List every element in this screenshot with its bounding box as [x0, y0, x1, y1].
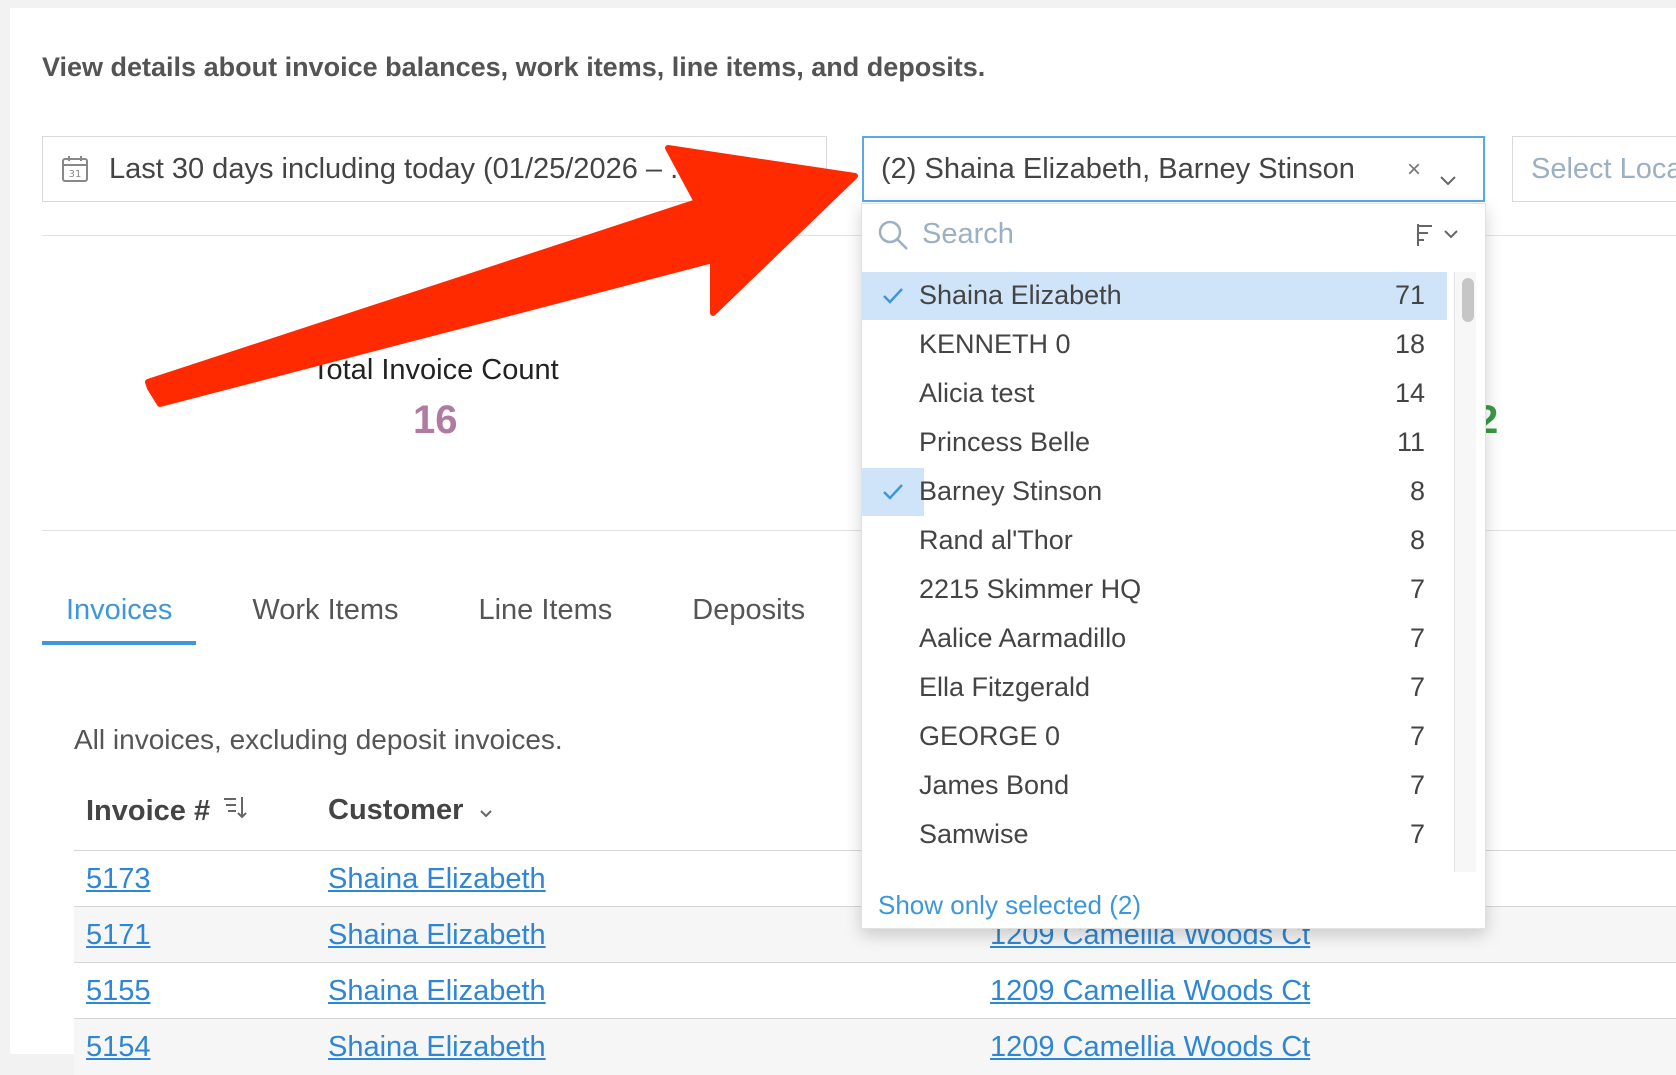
customer-link[interactable]: Shaina Elizabeth: [328, 1031, 546, 1064]
chevron-down-icon[interactable]: [1439, 162, 1457, 195]
user-option[interactable]: Princess Belle 11: [862, 419, 1447, 467]
date-range-value: Last 30 days including today (01/25/2026…: [109, 152, 695, 185]
user-option[interactable]: GEORGE 0 7: [862, 713, 1447, 761]
invoice-link[interactable]: 5155: [86, 975, 151, 1008]
invoice-link[interactable]: 5154: [86, 1031, 151, 1064]
customer-link[interactable]: Shaina Elizabeth: [328, 975, 546, 1008]
dropdown-search[interactable]: Search: [862, 204, 1485, 266]
users-filter[interactable]: (2) Shaina Elizabeth, Barney Stinson ×: [862, 136, 1485, 202]
chevron-down-icon[interactable]: [479, 794, 493, 827]
dropdown-options-list[interactable]: Shaina Elizabeth 71 KENNETH 0 18 Alicia …: [862, 272, 1447, 872]
total-invoice-count-value: 16: [413, 398, 458, 442]
date-range-filter[interactable]: 31 Last 30 days including today (01/25/2…: [42, 136, 827, 202]
user-option[interactable]: Samwise 7: [862, 811, 1447, 859]
tab-bar: Invoices Work Items Line Items Deposits: [42, 594, 829, 645]
user-option[interactable]: Rand al'Thor 8: [862, 517, 1447, 565]
table-row: 5154 Shaina Elizabeth 1209 Camellia Wood…: [74, 1019, 1676, 1075]
search-icon: [876, 218, 910, 257]
table-row: 5155 Shaina Elizabeth 1209 Camellia Wood…: [74, 963, 1676, 1019]
address-link[interactable]: 1209 Camellia Woods Ct: [990, 975, 1310, 1008]
customer-link[interactable]: Shaina Elizabeth: [328, 863, 546, 896]
page-intro: View details about invoice balances, wor…: [42, 52, 986, 82]
user-option[interactable]: KENNETH 0 18: [862, 321, 1447, 369]
location-placeholder: Select Loca: [1531, 152, 1676, 185]
invoice-link[interactable]: 5171: [86, 919, 151, 952]
user-option[interactable]: Aalice Aarmadillo 7: [862, 615, 1447, 663]
user-option[interactable]: Barney Stinson 8: [862, 468, 1447, 516]
address-link[interactable]: 1209 Camellia Woods Ct: [990, 1031, 1310, 1064]
show-only-selected-link[interactable]: Show only selected (2): [878, 890, 1141, 921]
tab-invoices[interactable]: Invoices: [42, 594, 197, 645]
scrollbar-track[interactable]: [1454, 272, 1476, 872]
users-dropdown-panel: Search Shaina Elizabeth 71 KENNETH 0 18 …: [861, 203, 1486, 929]
tab-line-items[interactable]: Line Items: [454, 594, 636, 645]
users-filter-value: (2) Shaina Elizabeth, Barney Stinson: [881, 152, 1355, 185]
sort-order-icon[interactable]: [1415, 222, 1459, 253]
user-option[interactable]: Ella Fitzgerald 7: [862, 664, 1447, 712]
clear-icon[interactable]: ×: [1407, 156, 1421, 184]
checkmark-icon[interactable]: [862, 272, 924, 320]
column-header-customer[interactable]: Customer: [328, 794, 493, 827]
page: View details about invoice balances, wor…: [10, 8, 1676, 1075]
location-filter[interactable]: Select Loca: [1512, 136, 1676, 202]
chevron-down-icon[interactable]: [778, 159, 796, 192]
sort-icon[interactable]: [222, 794, 248, 828]
user-option[interactable]: James Bond 7: [862, 762, 1447, 810]
total-invoice-count-label: Total Invoice Count: [312, 354, 559, 386]
invoice-link[interactable]: 5173: [86, 863, 151, 896]
user-option[interactable]: 2215 Skimmer HQ 7: [862, 566, 1447, 614]
customer-link[interactable]: Shaina Elizabeth: [328, 919, 546, 952]
tab-deposits[interactable]: Deposits: [668, 594, 829, 645]
column-header-invoice[interactable]: Invoice #: [86, 794, 248, 828]
user-option[interactable]: Alicia test 14: [862, 370, 1447, 418]
search-placeholder: Search: [922, 218, 1014, 250]
tab-work-items[interactable]: Work Items: [228, 594, 422, 645]
scrollbar-thumb[interactable]: [1462, 278, 1474, 322]
user-option[interactable]: Shaina Elizabeth 71: [862, 272, 1447, 320]
checkmark-icon[interactable]: [862, 468, 924, 516]
svg-text:31: 31: [69, 169, 82, 180]
calendar-icon: 31: [61, 155, 89, 183]
table-subtitle: All invoices, excluding deposit invoices…: [74, 724, 563, 755]
